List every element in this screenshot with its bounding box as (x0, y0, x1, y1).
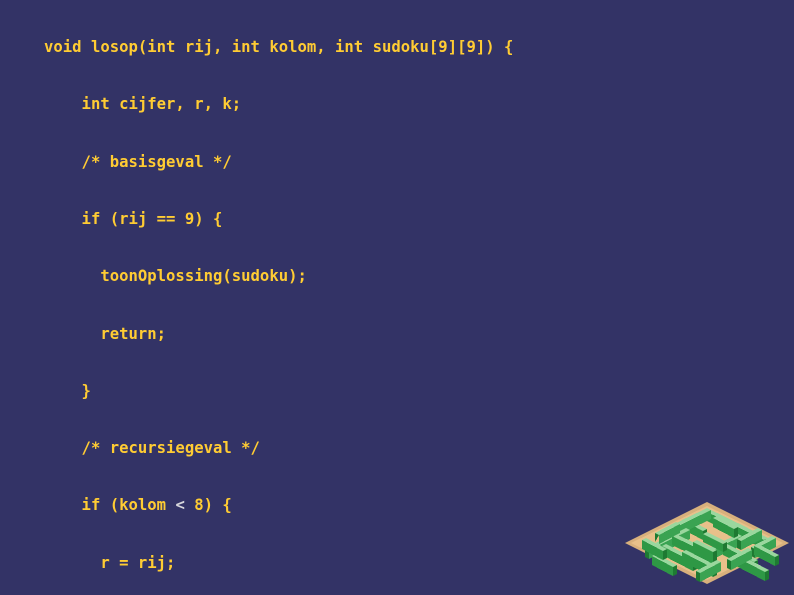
maze-walls (642, 508, 779, 582)
isometric-maze-image (620, 488, 794, 595)
code-line: toonOplossing(sudoku); (44, 267, 307, 286)
code-line: /* recursiegeval */ (44, 439, 260, 458)
less-than-operator: < (175, 496, 185, 515)
code-line: if (rij == 9) { (44, 210, 223, 229)
code-line: } (44, 381, 91, 400)
slide-canvas: void losop(int rij, int kolom, int sudok… (0, 0, 794, 595)
code-line: void losop(int rij, int kolom, int sudok… (44, 38, 514, 57)
code-line: return; (44, 324, 167, 343)
code-line: /* basisgeval */ (44, 152, 232, 171)
code-line: int cijfer, r, k; (44, 95, 242, 114)
